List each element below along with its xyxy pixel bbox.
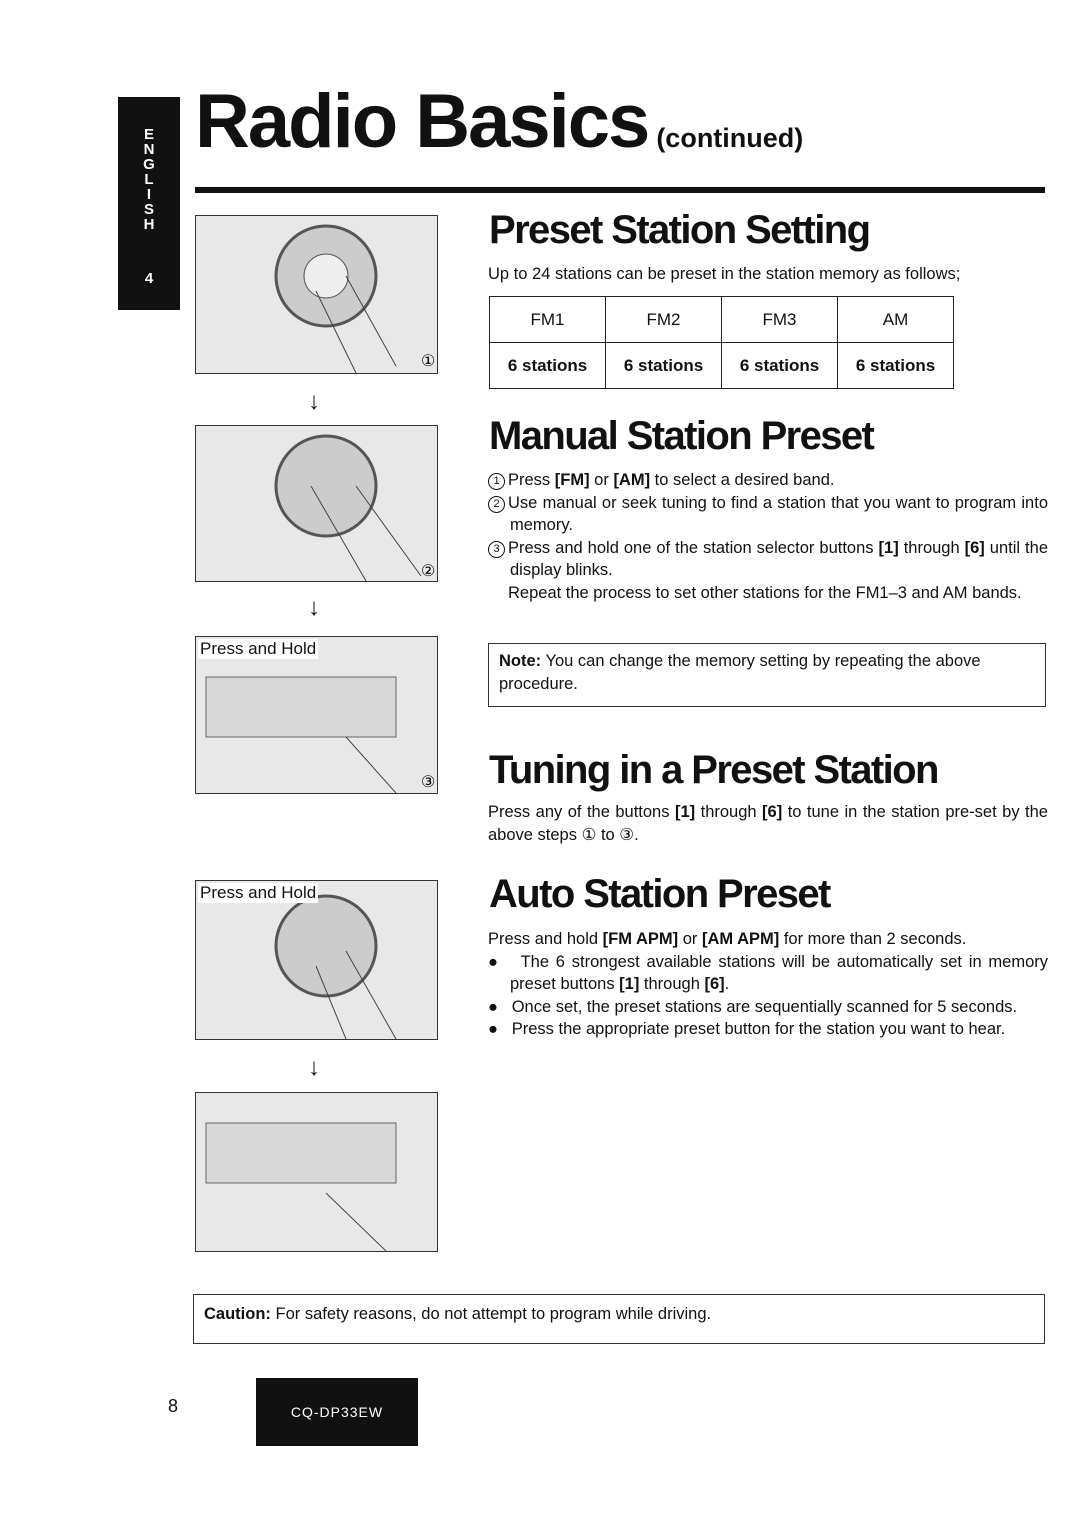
svg-text:②: ② — [421, 563, 435, 580]
preset-intro: Up to 24 stations can be preset in the s… — [488, 265, 961, 283]
table-header-row: FM1 FM2 FM3 AM — [489, 296, 954, 343]
press-hold-label: Press and Hold — [198, 639, 319, 659]
table-cell: 6 stations — [721, 342, 838, 389]
table-cell: 6 stations — [489, 342, 606, 389]
illustration-auto-1: Press and Hold — [195, 880, 438, 1040]
tab-letter: E — [143, 126, 154, 143]
bullet-item: ● The 6 strongest available stations wil… — [488, 952, 1049, 994]
auto-heading: Auto Station Preset — [489, 872, 831, 916]
tab-letter: L — [144, 171, 154, 188]
preset-heading: Preset Station Setting — [489, 208, 871, 252]
note-box: Note: You can change the memory setting … — [488, 643, 1046, 707]
auto-intro: Press and hold [FM APM] or [AM APM] for … — [488, 930, 967, 948]
illustration-step-2: ② — [195, 425, 438, 582]
arrow-down-icon: ↓ — [308, 594, 320, 621]
arrow-down-icon: ↓ — [308, 1054, 320, 1081]
illustration-auto-2 — [195, 1092, 438, 1252]
caution-label: Caution: — [204, 1305, 271, 1323]
tab-number: 4 — [144, 270, 154, 287]
tab-letter: N — [143, 141, 155, 158]
caution-box: Caution: For safety reasons, do not atte… — [193, 1294, 1045, 1344]
bullet-item: ● Once set, the preset stations are sequ… — [488, 997, 1018, 1016]
table-header: FM3 — [721, 296, 838, 343]
press-hold-label: Press and Hold — [198, 883, 319, 903]
manual-steps: 1 Press [FM] or [AM] to select a desired … — [488, 469, 1048, 604]
tuning-heading: Tuning in a Preset Station — [489, 748, 939, 792]
bullet-item: ● Press the appropriate preset button fo… — [488, 1020, 1006, 1038]
table-header: FM1 — [489, 296, 606, 343]
step-3: 3 Press and hold one of the station selec… — [488, 537, 1048, 582]
repeat-text: Repeat the process to set other stations… — [508, 583, 1022, 602]
model-badge: CQ-DP33EW — [256, 1378, 418, 1446]
step-2: 2 Use manual or seek tuning to find a sta… — [488, 492, 1048, 537]
step-1: 1 Press [FM] or [AM] to select a desired … — [488, 469, 1048, 492]
manual-heading: Manual Station Preset — [489, 414, 875, 458]
preset-table: FM1 FM2 FM3 AM 6 stations 6 stations 6 s… — [489, 296, 954, 389]
table-cell: 6 stations — [605, 342, 722, 389]
title-text: Radio Basics — [195, 79, 650, 164]
illustration-step-1: ① — [195, 215, 438, 374]
auto-text: Press and hold [FM APM] or [AM APM] for … — [488, 928, 1048, 1041]
note-label: Note: — [499, 652, 542, 670]
svg-text:③: ③ — [421, 774, 435, 791]
tab-letter: I — [146, 186, 152, 203]
illustration-step-3: ③ Press and Hold — [195, 636, 438, 794]
title-suffix: (continued) — [656, 123, 804, 153]
arrow-down-icon: ↓ — [308, 388, 320, 415]
tuning-text: Press any of the buttons [1] through [6]… — [488, 803, 1048, 844]
table-row: 6 stations 6 stations 6 stations 6 stati… — [489, 342, 954, 389]
page-number: 8 — [168, 1396, 179, 1416]
manual-page: E N G L I S H 4 Radio Basics (continued) … — [0, 0, 1080, 1526]
caution-text: For safety reasons, do not attempt to pr… — [270, 1305, 712, 1323]
tab-letter: G — [143, 156, 155, 173]
language-tab: E N G L I S H 4 — [118, 97, 180, 310]
table-header: FM2 — [605, 296, 722, 343]
tab-letter: S — [143, 201, 154, 218]
tab-letter: H — [143, 216, 155, 233]
table-cell: 6 stations — [837, 342, 954, 389]
svg-text:①: ① — [421, 353, 435, 370]
table-header: AM — [837, 296, 954, 343]
title-rule — [195, 187, 1045, 193]
page-title: Radio Basics (continued) — [195, 78, 803, 165]
note-text: You can change the memory setting by rep… — [499, 652, 981, 693]
